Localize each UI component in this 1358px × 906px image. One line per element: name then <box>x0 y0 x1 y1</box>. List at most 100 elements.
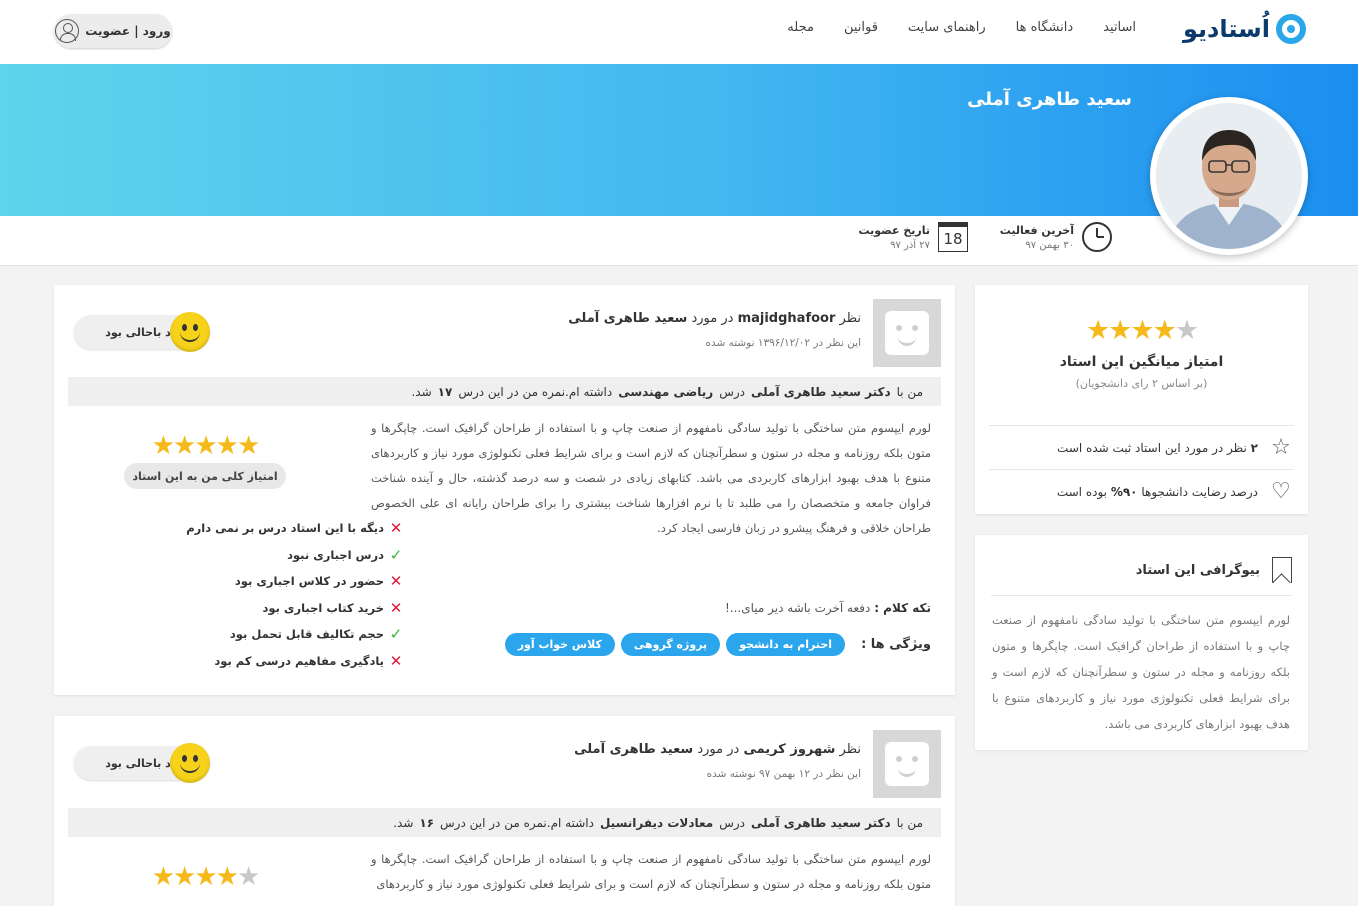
review-count-text: ۲ نظر در مورد این استاد ثبت شده است <box>1057 441 1258 455</box>
last-activity-label: آخرین فعالیت <box>999 223 1074 237</box>
mood-badge: استاد باحالی بود <box>74 743 210 783</box>
review-count-number: ۲ <box>1250 440 1258 455</box>
cross-icon: ✕ <box>389 572 403 591</box>
smiley-icon <box>170 312 210 352</box>
review-middle: در مورد <box>691 311 734 326</box>
course-mid: درس <box>719 384 745 399</box>
average-rating-stars: ★ ★ ★ ★ ★ <box>975 315 1308 346</box>
reviewer-name[interactable]: majidghafoor <box>738 311 836 326</box>
catchphrase-label: تکه کلام : <box>874 601 931 615</box>
reviewer-avatar <box>873 730 941 798</box>
check-item: ✕ دیگه با این استاد درس بر نمی دارم <box>144 515 404 542</box>
review-middle: در مورد <box>697 742 740 757</box>
feature-tags: احترام به دانشجو پروژه گروهی کلاس خواب آ… <box>504 633 846 656</box>
check-text: خرید کتاب اجباری بود <box>262 600 384 615</box>
review-stars: ★ ★ ★ ★ ★ <box>124 431 286 461</box>
star-filled-icon: ★ <box>151 431 175 461</box>
nav-item-universities[interactable]: دانشگاه ها <box>1016 20 1074 35</box>
review-prefix: نظر <box>839 311 861 326</box>
check-item: ✓ درس اجباری نبود <box>144 542 404 569</box>
check-item: ✕ خرید کتاب اجباری بود <box>144 595 404 622</box>
check-text: حجم تکالیف قابل تحمل بود <box>229 627 384 642</box>
review-score: ★ ★ ★ ★ ★ <box>124 862 286 892</box>
teacher-avatar <box>1150 97 1308 255</box>
star-filled-icon: ★ <box>1085 315 1110 346</box>
star-empty-icon: ★ <box>236 862 260 892</box>
nav-item-guide[interactable]: راهنمای سایت <box>908 20 986 35</box>
heart-outline-icon: ♡ <box>1271 479 1291 504</box>
review-date: این نظر در ۱۲ بهمن ۹۷ نوشته شده <box>706 768 861 780</box>
join-date-value: ۲۷ آذر ۹۷ <box>890 239 930 251</box>
check-text: یادگیری مفاهیم درسی کم بود <box>214 653 384 668</box>
star-outline-icon: ☆ <box>1271 435 1291 460</box>
reviewer-name[interactable]: شهروز کریمی <box>743 742 835 757</box>
top-navbar: اُستادیو اساتید دانشگاه ها راهنمای سایت … <box>0 0 1358 64</box>
course-grade-post: شد. <box>393 815 414 830</box>
nav-item-rules[interactable]: قوانین <box>844 20 878 35</box>
review-title: نظر majidghafoor در مورد سعید طاهری آملی <box>568 311 861 326</box>
feature-tag[interactable]: احترام به دانشجو <box>726 633 846 656</box>
course-grade: ۱۶ <box>419 815 435 830</box>
review-title: نظر شهروز کریمی در مورد سعید طاهری آملی <box>574 742 861 757</box>
course-name: معادلات دیفرانسیل <box>599 815 714 830</box>
face-icon <box>885 311 929 355</box>
cross-icon: ✕ <box>389 598 403 617</box>
average-rating-title: امتیاز میانگین این استاد <box>1059 354 1224 370</box>
review-body: لورم ایپسوم متن ساختگی با تولید سادگی نا… <box>371 852 931 891</box>
course-grade: ۱۷ <box>437 384 453 399</box>
satisfaction-stat: ♡ درصد رضایت دانشجوها ۹۰% بوده است <box>989 469 1294 513</box>
divider <box>991 595 1292 596</box>
review-checklist: ✕ دیگه با این استاد درس بر نمی دارم ✓ درس … <box>144 515 404 674</box>
satisfaction-post: بوده است <box>1056 484 1107 499</box>
course-info-bar: من با دکتر سعید طاهری آملی درس ریاضی مهن… <box>68 377 941 406</box>
course-mid: درس <box>719 815 745 830</box>
course-teacher: دکتر سعید طاهری آملی <box>751 384 891 399</box>
bookmark-icon <box>1272 557 1292 583</box>
check-text: درس اجباری نبود <box>287 547 384 562</box>
star-filled-icon: ★ <box>173 862 196 892</box>
smiley-icon <box>170 743 210 783</box>
login-button[interactable]: ورود | عضویت <box>54 14 172 48</box>
join-date-label: تاریخ عضویت <box>858 223 930 237</box>
review-score: ★ ★ ★ ★ ★ امتیاز کلی من به این استاد <box>124 431 286 489</box>
biography-text: لورم ایپسوم متن ساختگی با تولید سادگی نا… <box>992 613 1290 731</box>
teacher-name: سعید طاهری آملی <box>967 89 1132 110</box>
feature-tag[interactable]: پروژه گروهی <box>620 633 721 656</box>
site-logo[interactable]: اُستادیو <box>1183 14 1306 44</box>
biography-header: بیوگرافی این استاد <box>1136 557 1292 583</box>
user-icon <box>55 19 80 43</box>
course-grade-post: شد. <box>411 384 432 399</box>
join-date: 18 تاریخ عضویت ۲۷ آذر ۹۷ <box>858 222 968 252</box>
check-text: دیگه با این استاد درس بر نمی دارم <box>186 521 384 536</box>
nav-item-teachers[interactable]: اساتید <box>1103 20 1136 35</box>
average-rating-subtitle: (بر اساس ۲ رای دانشجویان) <box>1075 377 1208 390</box>
last-activity: آخرین فعالیت ۳۰ بهمن ۹۷ <box>1000 222 1112 252</box>
course-pre: من با <box>896 815 923 830</box>
check-item: ✓ حجم تکالیف قابل تحمل بود <box>144 621 404 648</box>
satisfaction-text: درصد رضایت دانشجوها ۹۰% بوده است <box>1057 485 1258 499</box>
star-filled-icon: ★ <box>1130 315 1154 346</box>
star-filled-icon: ★ <box>1108 315 1132 346</box>
catchphrase-text: دفعه آخرت باشه دیر میای...! <box>724 601 871 615</box>
star-filled-icon: ★ <box>173 431 196 461</box>
review-stars: ★ ★ ★ ★ ★ <box>124 862 286 892</box>
review-card: نظر شهروز کریمی در مورد سعید طاهری آملی … <box>54 716 955 906</box>
course-teacher: دکتر سعید طاهری آملی <box>751 815 891 830</box>
review-catchphrase: تکه کلام : دفعه آخرت باشه دیر میای...! <box>725 601 931 615</box>
star-filled-icon: ★ <box>151 862 175 892</box>
main-nav: اساتید دانشگاه ها راهنمای سایت قوانین مج… <box>787 20 1136 35</box>
star-filled-icon: ★ <box>194 862 217 892</box>
review-count-label: نظر در مورد این استاد ثبت شده است <box>1057 440 1247 455</box>
profile-meta-bar <box>0 216 1358 266</box>
star-filled-icon: ★ <box>215 862 239 892</box>
teacher-photo-art <box>1156 103 1302 249</box>
course-pre: من با <box>896 384 923 399</box>
nav-item-magazine[interactable]: مجله <box>787 20 814 35</box>
face-icon <box>885 742 929 786</box>
course-info-bar: من با دکتر سعید طاهری آملی درس معادلات د… <box>68 808 941 837</box>
cross-icon: ✕ <box>389 651 403 670</box>
star-filled-icon: ★ <box>215 431 239 461</box>
feature-tag[interactable]: کلاس خواب آور <box>504 633 615 656</box>
check-icon: ✓ <box>389 625 403 644</box>
review-teacher-name: سعید طاهری آملی <box>574 742 694 757</box>
